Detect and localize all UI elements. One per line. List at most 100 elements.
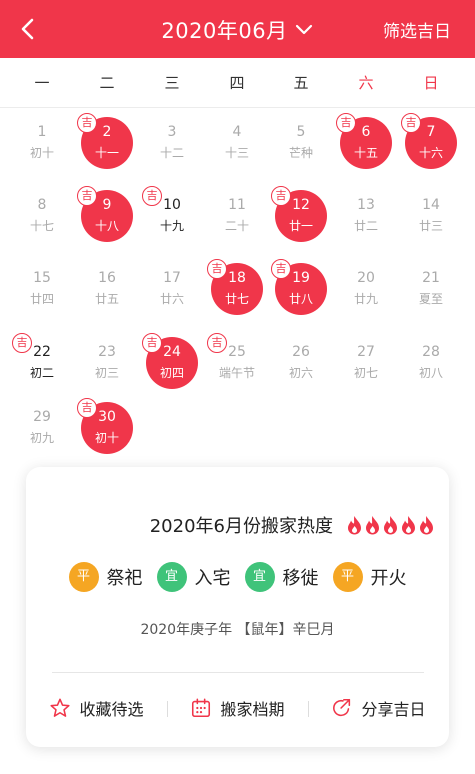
day-cell[interactable]: 7 十六吉 xyxy=(401,113,459,172)
day-number: 15 xyxy=(33,270,51,286)
heat-flames xyxy=(345,515,435,535)
day-number: 3 xyxy=(167,124,177,140)
lunar-date: 廿二 xyxy=(353,219,378,233)
moving-schedule-button[interactable]: 搬家档期 xyxy=(167,693,308,723)
moving-schedule-label: 搬家档期 xyxy=(220,700,285,719)
favorite-button[interactable]: 收藏待选 xyxy=(26,693,167,723)
filter-lucky-days-button[interactable]: 筛选吉日 xyxy=(383,17,451,42)
day-cell[interactable]: 30 初十吉 xyxy=(77,398,135,457)
month-summary-card: 2020年6月份搬家热度 平 祭祀 宜 入宅 宜 移徙 平 开火 2020年庚子… xyxy=(26,467,449,747)
share-icon xyxy=(333,698,351,717)
month-title: 2020年06月 xyxy=(161,19,288,43)
lunar-date: 初八 xyxy=(418,366,443,380)
moving-heat-row: 2020年6月份搬家热度 xyxy=(150,511,435,539)
lucky-mark-badge: 吉 xyxy=(401,113,421,133)
divider xyxy=(167,701,168,717)
day-number: 1 xyxy=(37,124,47,140)
day-cell[interactable]: 21 夏至 xyxy=(403,262,459,318)
day-cell[interactable]: 19 廿八吉 xyxy=(271,259,329,318)
status-badge: 平 xyxy=(332,562,363,592)
flame-icon xyxy=(384,516,397,535)
day-cell[interactable]: 23 初三 xyxy=(79,336,135,392)
lunar-date: 初七 xyxy=(353,366,378,380)
day-cell[interactable]: 27 初七 xyxy=(338,336,394,392)
lunar-date: 廿九 xyxy=(353,292,378,306)
lunar-date: 初六 xyxy=(288,366,313,380)
lucky-mark-badge: 吉 xyxy=(207,259,227,279)
day-cell[interactable]: 9 十八吉 xyxy=(77,186,135,245)
lucky-mark-badge: 吉 xyxy=(12,333,32,353)
day-cell[interactable]: 3 十二 xyxy=(144,116,200,172)
day-cell[interactable]: 12 廿一吉 xyxy=(271,186,329,245)
day-cell[interactable]: 4 十三 xyxy=(209,116,265,172)
star-icon xyxy=(50,698,71,717)
lunar-date: 廿七 xyxy=(224,292,249,306)
day-number: 28 xyxy=(422,344,440,360)
day-number: 26 xyxy=(292,344,310,360)
tag-item: 宜 移徙 xyxy=(244,562,319,592)
lunar-date: 初十 xyxy=(94,431,119,445)
lunar-date: 十二 xyxy=(159,146,184,160)
favorite-label: 收藏待选 xyxy=(79,700,144,719)
lucky-mark-badge: 吉 xyxy=(336,113,356,133)
day-cell[interactable]: 18 廿七吉 xyxy=(207,259,265,318)
flame-icon xyxy=(348,516,361,535)
lunar-date: 廿一 xyxy=(288,219,313,233)
action-bar: 收藏待选 搬家档期 分享吉日 xyxy=(26,693,449,723)
day-cell[interactable]: 24 初四吉 xyxy=(142,333,200,392)
day-number: 23 xyxy=(98,344,116,360)
weekday-sat: 六 xyxy=(358,74,374,92)
lucky-mark-badge: 吉 xyxy=(77,398,97,418)
day-number: 27 xyxy=(357,344,375,360)
day-cell[interactable]: 2 十一吉 xyxy=(77,113,135,172)
status-badge: 宜 xyxy=(244,562,275,592)
lucky-mark-badge: 吉 xyxy=(77,113,97,133)
lunar-date: 十五 xyxy=(353,146,378,160)
divider xyxy=(308,701,309,717)
day-number: 29 xyxy=(33,409,51,425)
day-number: 20 xyxy=(357,270,375,286)
lucky-mark-badge: 吉 xyxy=(271,259,291,279)
day-cell[interactable]: 10 十九吉 xyxy=(142,186,200,245)
day-cell[interactable]: 25 端午节吉 xyxy=(207,333,265,392)
status-badge: 宜 xyxy=(156,562,187,592)
day-cell[interactable]: 13 廿二 xyxy=(338,189,394,245)
day-cell[interactable]: 14 廿三 xyxy=(403,189,459,245)
day-cell[interactable]: 1 初十 xyxy=(14,116,70,172)
day-cell[interactable]: 22 初二吉 xyxy=(12,333,70,392)
day-cell[interactable]: 11 二十 xyxy=(209,189,265,245)
lunar-date: 芒种 xyxy=(288,146,313,160)
flame-icon xyxy=(402,516,415,535)
lucky-mark-badge: 吉 xyxy=(207,333,227,353)
share-button[interactable]: 分享吉日 xyxy=(308,693,449,723)
day-cell[interactable]: 5 芒种 xyxy=(273,116,329,172)
flame-icon xyxy=(366,516,379,535)
day-cell[interactable]: 28 初八 xyxy=(403,336,459,392)
calendar-icon xyxy=(192,698,211,718)
day-number: 16 xyxy=(98,270,116,286)
weekday-sun: 日 xyxy=(423,74,439,92)
day-number: 5 xyxy=(296,124,306,140)
day-cell[interactable]: 26 初六 xyxy=(273,336,329,392)
lunar-date: 十六 xyxy=(418,146,443,160)
day-cell[interactable]: 17 廿六 xyxy=(144,262,200,318)
weekday-tue: 二 xyxy=(99,74,115,92)
day-cell[interactable]: 29 初九 xyxy=(14,401,70,457)
lunar-date: 初三 xyxy=(94,366,119,380)
lunar-date: 端午节 xyxy=(218,366,255,380)
lunar-date: 二十 xyxy=(224,219,249,233)
day-number: 14 xyxy=(422,197,440,213)
day-cell[interactable]: 16 廿五 xyxy=(79,262,135,318)
day-cell[interactable]: 6 十五吉 xyxy=(336,113,394,172)
weekday-thu: 四 xyxy=(229,74,245,92)
share-label: 分享吉日 xyxy=(361,700,426,719)
lunar-date: 廿三 xyxy=(418,219,443,233)
day-cell[interactable]: 20 廿九 xyxy=(338,262,394,318)
day-cell[interactable]: 8 十七 xyxy=(14,189,70,245)
day-cell[interactable]: 15 廿四 xyxy=(14,262,70,318)
day-number: 17 xyxy=(163,270,181,286)
day-number: 4 xyxy=(232,124,242,140)
lunar-date: 初四 xyxy=(159,366,184,380)
tag-label: 开火 xyxy=(370,568,407,589)
heat-label: 2020年6月份搬家热度 xyxy=(149,516,333,537)
